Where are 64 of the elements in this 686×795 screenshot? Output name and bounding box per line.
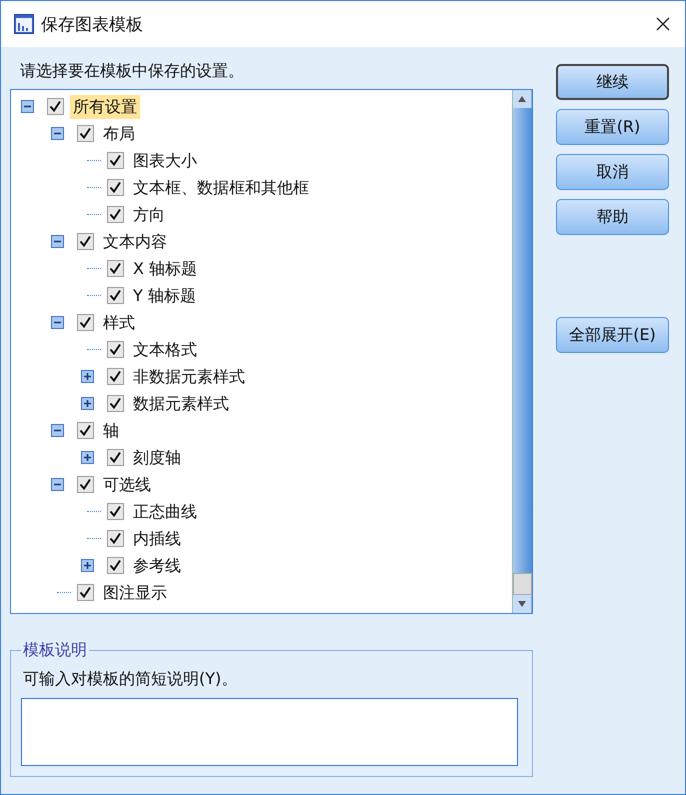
tree-item[interactable]: X 轴标题: [130, 256, 200, 280]
tree-item[interactable]: 文本格式: [130, 338, 200, 362]
close-icon[interactable]: [655, 16, 671, 32]
tree-item[interactable]: 数据元素样式: [130, 392, 232, 416]
field-label: 可输入对模板的简短说明(Y)。: [23, 669, 238, 690]
checkbox[interactable]: [107, 368, 124, 385]
collapse-icon[interactable]: [51, 316, 64, 329]
checkbox[interactable]: [107, 179, 124, 196]
collapse-icon[interactable]: [51, 424, 64, 437]
checkbox[interactable]: [77, 422, 94, 439]
checkbox[interactable]: [107, 530, 124, 547]
dialog-button[interactable]: 继续: [556, 64, 669, 100]
scrollbar[interactable]: [512, 90, 532, 613]
tree-item[interactable]: Y 轴标题: [130, 284, 199, 308]
tree-item[interactable]: 方向: [130, 202, 168, 226]
expand-icon[interactable]: [81, 397, 94, 410]
tree-item[interactable]: 轴: [100, 418, 122, 442]
scroll-down-icon[interactable]: [513, 595, 531, 613]
checkbox[interactable]: [107, 206, 124, 223]
scrollbar-thumb[interactable]: [513, 108, 532, 573]
checkbox[interactable]: [107, 152, 124, 169]
dialog-button[interactable]: 重置(R): [556, 109, 669, 145]
expand-icon[interactable]: [81, 559, 94, 572]
tree-item[interactable]: 正态曲线: [130, 500, 200, 524]
tree-item[interactable]: 样式: [100, 310, 138, 334]
tree-item[interactable]: 刻度轴: [130, 446, 184, 470]
collapse-icon[interactable]: [51, 478, 64, 491]
collapse-icon[interactable]: [21, 100, 34, 113]
tree-item[interactable]: 可选线: [100, 472, 154, 496]
checkbox[interactable]: [107, 287, 124, 304]
checkbox[interactable]: [107, 395, 124, 412]
dialog-button[interactable]: 取消: [556, 154, 669, 190]
checkbox[interactable]: [77, 314, 94, 331]
tree-item[interactable]: 文本框、数据框和其他框: [130, 176, 312, 200]
chart-icon: [14, 14, 34, 34]
tree-item[interactable]: 所有设置: [70, 94, 140, 118]
checkbox[interactable]: [77, 584, 94, 601]
collapse-icon[interactable]: [51, 235, 64, 248]
scroll-up-icon[interactable]: [513, 90, 531, 108]
checkbox[interactable]: [107, 503, 124, 520]
tree-item[interactable]: 内插线: [130, 526, 184, 550]
checkbox[interactable]: [107, 557, 124, 574]
checkbox[interactable]: [107, 341, 124, 358]
expand-all-button[interactable]: 全部展开(E): [556, 317, 669, 353]
expand-icon[interactable]: [81, 451, 94, 464]
tree-item[interactable]: 图注显示: [100, 580, 170, 604]
instruction-text: 请选择要在模板中保存的设置。: [19, 61, 245, 81]
tree-item[interactable]: 文本内容: [100, 230, 170, 254]
tree-item[interactable]: 非数据元素样式: [130, 364, 248, 388]
tree-item[interactable]: 图表大小: [130, 148, 200, 172]
checkbox[interactable]: [77, 476, 94, 493]
checkbox[interactable]: [107, 449, 124, 466]
group-title: 模板说明: [22, 640, 88, 661]
tree-item[interactable]: 布局: [100, 122, 138, 146]
checkbox[interactable]: [77, 233, 94, 250]
description-field[interactable]: [21, 698, 518, 766]
window-title: 保存图表模板: [41, 14, 144, 36]
dialog-button[interactable]: 帮助: [556, 199, 669, 235]
checkbox[interactable]: [77, 125, 94, 142]
checkbox[interactable]: [107, 260, 124, 277]
checkbox[interactable]: [47, 98, 64, 115]
collapse-icon[interactable]: [51, 127, 64, 140]
expand-icon[interactable]: [81, 370, 94, 383]
tree-item[interactable]: 参考线: [130, 554, 184, 578]
